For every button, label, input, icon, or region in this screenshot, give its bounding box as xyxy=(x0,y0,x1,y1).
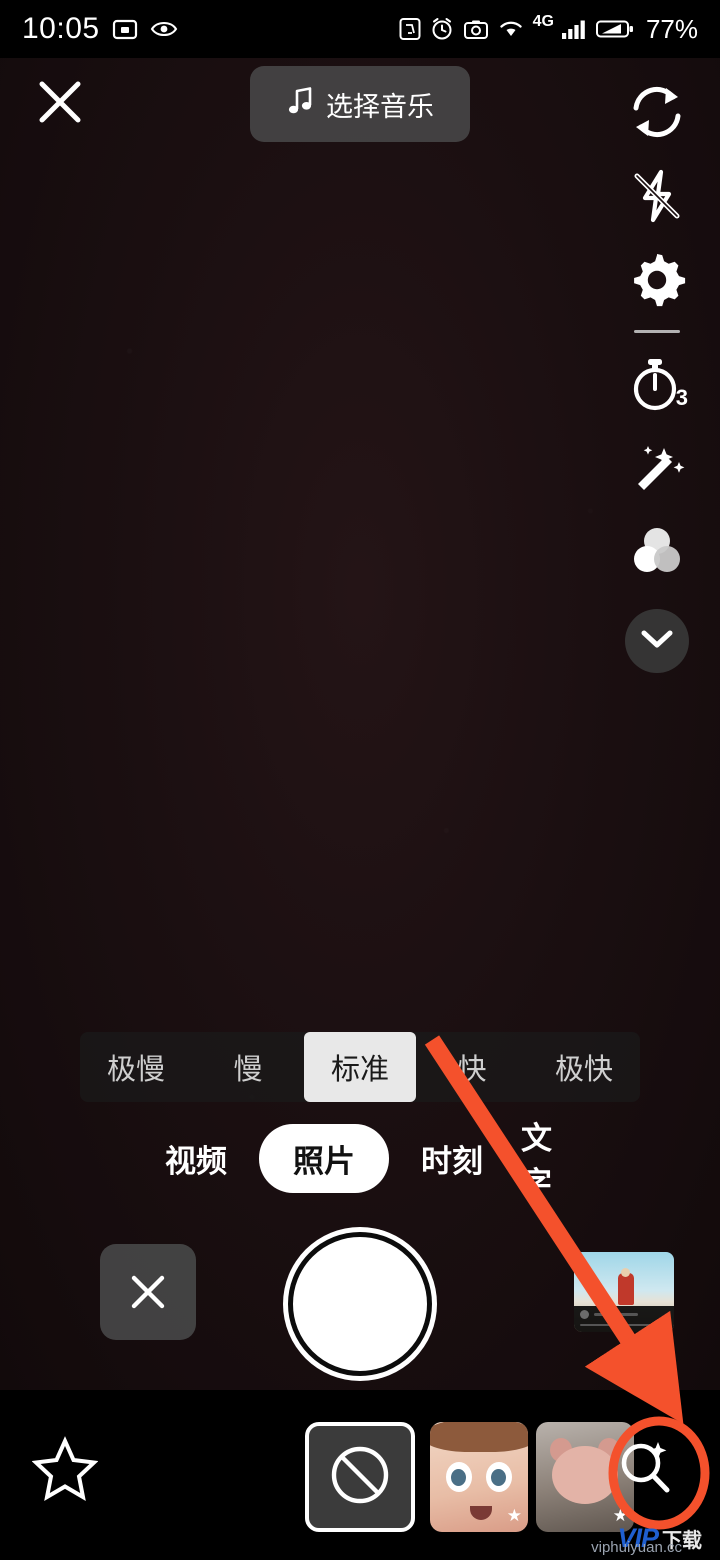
phone-screen: 10:05 4G 77% 选择音乐 3 极慢 慢 标准 快 极快 视频 照片 时… xyxy=(0,0,720,1560)
network-type-label: 4G xyxy=(532,13,554,30)
effects-bar: ★ ★ xyxy=(0,1390,720,1560)
collapse-rail-button[interactable] xyxy=(625,609,689,673)
speed-option-2[interactable]: 标准 xyxy=(304,1032,416,1102)
effect-thumb-pupil xyxy=(451,1469,466,1486)
search-sparkle-icon[interactable] xyxy=(606,1430,684,1508)
capture-mode-tabs: 视频 照片 时刻 文字 xyxy=(0,1121,720,1201)
thumbnail-caption-bar xyxy=(574,1306,674,1332)
status-bar: 10:05 4G 77% xyxy=(0,0,720,58)
status-bar-left: 10:05 xyxy=(22,12,178,46)
shutter-button[interactable] xyxy=(288,1232,432,1376)
watermark: VIP 下载 viphuiyuan.cc xyxy=(591,1523,702,1556)
speed-option-1[interactable]: 慢 xyxy=(192,1032,304,1102)
battery-percent-label: 77% xyxy=(645,13,698,44)
thumbnail-avatar xyxy=(580,1310,589,1319)
signal-icon xyxy=(561,18,587,40)
flash-off-button[interactable] xyxy=(612,154,702,238)
gallery-thumbnail-button[interactable] xyxy=(574,1252,674,1332)
eye-icon xyxy=(150,19,178,39)
cancel-button[interactable] xyxy=(100,1244,196,1340)
effect-doll-face-button[interactable]: ★ xyxy=(430,1422,528,1532)
mode-tab-text[interactable]: 文字 xyxy=(515,1113,561,1203)
flip-camera-button[interactable] xyxy=(612,70,702,154)
mode-tab-video[interactable]: 视频 xyxy=(159,1136,233,1181)
camera-mute-icon xyxy=(463,18,489,40)
speed-option-3[interactable]: 快 xyxy=(416,1032,528,1102)
effect-thumb-hair xyxy=(430,1422,528,1452)
wifi-icon xyxy=(498,19,524,39)
beauty-wand-button[interactable] xyxy=(612,427,702,511)
star-outline-icon[interactable] xyxy=(31,1436,99,1502)
close-camera-button[interactable] xyxy=(34,76,86,128)
status-bar-right: 4G 77% xyxy=(399,13,698,45)
battery-icon xyxy=(595,19,634,39)
settings-gear-button[interactable] xyxy=(612,238,702,322)
effect-none-button[interactable] xyxy=(305,1422,415,1532)
speed-option-4[interactable]: 极快 xyxy=(528,1032,640,1102)
music-note-icon xyxy=(286,86,314,123)
effect-thumb-pupil xyxy=(491,1469,506,1486)
screen-record-icon xyxy=(112,16,138,42)
no-effect-icon xyxy=(329,1444,391,1511)
thumbnail-subject-head xyxy=(621,1268,630,1277)
filter-button[interactable] xyxy=(612,511,702,595)
select-music-button[interactable]: 选择音乐 xyxy=(250,66,470,142)
effect-thumb-mouth xyxy=(470,1506,492,1520)
camera-controls-rail: 3 xyxy=(612,70,702,673)
mode-tab-photo[interactable]: 照片 xyxy=(259,1123,389,1193)
select-music-label: 选择音乐 xyxy=(326,91,434,122)
thumbnail-subject xyxy=(618,1272,634,1305)
timer-button[interactable]: 3 xyxy=(612,343,702,427)
speed-option-0[interactable]: 极慢 xyxy=(80,1032,192,1102)
thumbnail-caption-line xyxy=(580,1324,658,1326)
watermark-url: viphuiyuan.cc xyxy=(591,1539,682,1556)
capture-row xyxy=(0,1232,720,1390)
rail-divider xyxy=(634,330,680,333)
speed-selector[interactable]: 极慢 慢 标准 快 极快 xyxy=(80,1032,640,1102)
thumbnail-caption-line xyxy=(594,1313,638,1316)
effect-star-badge-icon: ★ xyxy=(506,1506,522,1525)
alarm-icon xyxy=(430,17,454,41)
nfc-icon xyxy=(399,17,421,41)
timer-count-badge: 3 xyxy=(675,385,688,410)
mode-tab-moment[interactable]: 时刻 xyxy=(415,1136,489,1181)
chevron-down-icon xyxy=(640,628,674,655)
status-time: 10:05 xyxy=(22,12,100,45)
